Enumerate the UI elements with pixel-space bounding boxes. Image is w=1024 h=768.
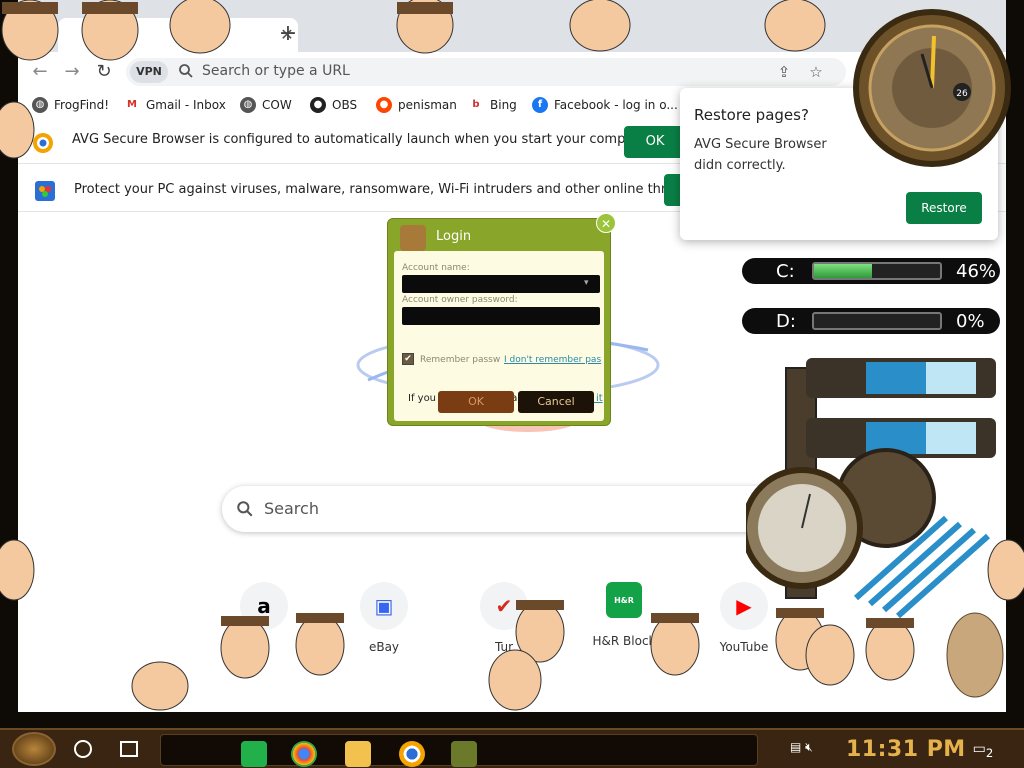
tile-label: H&R Block [592, 634, 656, 648]
steampunk-clock-widget: 26 [853, 9, 1011, 167]
bookmark-label: Bing [490, 98, 517, 112]
restore-button[interactable]: Restore [906, 192, 982, 224]
file-explorer-icon[interactable] [345, 741, 371, 767]
bookmark-star-icon[interactable]: ☆ [806, 62, 826, 82]
drive-letter: C: [776, 261, 795, 282]
vpn-badge[interactable]: VPN [130, 61, 168, 83]
tab-new-tab[interactable]: ✕ [58, 18, 298, 52]
close-icon[interactable]: ✕ [596, 213, 616, 233]
drive-percent: 46% [956, 261, 997, 282]
share-icon[interactable]: ⇪ [774, 62, 794, 82]
avg-browser-icon [33, 133, 53, 153]
new-tab-button[interactable]: + [276, 22, 300, 46]
tile-ebay[interactable]: ▣ eBay [334, 582, 434, 662]
github-icon: ● [310, 97, 326, 113]
tile-label: Tur [494, 640, 514, 654]
password-label: Account owner password: [402, 295, 518, 305]
search-icon [179, 64, 193, 78]
password-field[interactable] [402, 307, 600, 325]
tile-turbotax[interactable]: ✔ Tur [454, 582, 554, 662]
tile-label: eBay [368, 640, 400, 654]
volume-muted-icon[interactable]: 🔇︎ [805, 740, 813, 754]
bookmark-penisman[interactable]: ● penisman [376, 95, 457, 115]
tile-label: YouTube [719, 640, 769, 654]
tile-amazon[interactable]: a [214, 582, 314, 662]
turbotax-icon: ✔ [480, 582, 528, 630]
drive-letter: D: [776, 311, 796, 332]
drive-gauge-c: C: 46% [742, 254, 1000, 288]
windows-taskbar: ▤ 🔇︎ 11:31 PM ▭2 [0, 728, 1024, 768]
forgot-password-link[interactable]: I don't remember pas [504, 355, 601, 365]
reload-icon[interactable]: ↻ [92, 60, 116, 84]
restore-title: Restore pages? [694, 106, 809, 124]
account-name-field[interactable] [402, 275, 600, 293]
infobar-message: AVG Secure Browser is configured to auto… [72, 132, 655, 147]
network-icon[interactable]: ▤ [790, 740, 801, 754]
gmail-icon: M [124, 97, 140, 113]
login-ok-button[interactable]: OK [438, 391, 514, 413]
taskbar-clock[interactable]: 11:31 PM [846, 737, 966, 762]
back-icon[interactable]: ← [28, 60, 52, 84]
bing-icon: b [468, 97, 484, 113]
infobar-message: Protect your PC against viruses, malware… [74, 182, 694, 197]
login-dialog: Login ✕ Account name: ▾ Account owner pa… [387, 213, 616, 426]
tile-hrblock[interactable]: H&R H&R Block [574, 582, 674, 662]
bookmark-obs[interactable]: ● OBS [310, 95, 357, 115]
ntp-search-placeholder: Search [264, 499, 319, 518]
amazon-icon: a [240, 582, 288, 630]
facebook-icon: f [532, 97, 548, 113]
ntp-search-box[interactable]: Search [222, 486, 806, 532]
login-avatar-icon [400, 225, 426, 251]
bookmark-bing[interactable]: b Bing [468, 95, 517, 115]
drive-percent: 0% [956, 311, 985, 332]
login-title: Login [436, 229, 472, 244]
bookmark-label: Gmail - Inbox [146, 98, 226, 112]
omnibox-placeholder: Search or type a URL [202, 63, 350, 79]
avg-browser-icon[interactable] [399, 741, 425, 767]
remember-checkbox[interactable]: ✔ [402, 353, 414, 365]
system-tray: ▤ 🔇︎ [790, 740, 834, 760]
task-view-icon[interactable] [120, 741, 138, 757]
start-button[interactable] [12, 732, 56, 766]
infobar-ok-button[interactable]: OK [624, 126, 686, 158]
game-app-icon[interactable] [451, 741, 477, 767]
clock-day: 26 [956, 89, 968, 99]
globe-icon: ◍ [240, 97, 256, 113]
taskbar-apps [160, 734, 758, 767]
bookmark-gmail[interactable]: M Gmail - Inbox [124, 95, 226, 115]
address-bar[interactable]: VPN Search or type a URL [126, 58, 846, 86]
steampunk-pipes-widget [746, 358, 996, 618]
remember-label: Remember passw [420, 355, 501, 365]
drive-usage-bar [812, 262, 942, 280]
account-name-label: Account name: [402, 263, 470, 273]
drive-usage-bar [812, 312, 942, 330]
bookmark-label: penisman [398, 98, 457, 112]
bookmark-cow[interactable]: ◍ COW [240, 95, 292, 115]
reddit-icon: ● [376, 97, 392, 113]
drive-usage-fill [814, 264, 872, 278]
globe-icon: ◍ [32, 97, 48, 113]
ebay-icon: ▣ [360, 582, 408, 630]
bookmark-facebook[interactable]: f Facebook - log in o... [532, 95, 678, 115]
cortana-search-icon[interactable] [74, 740, 92, 758]
chrome-icon[interactable] [291, 741, 317, 767]
drive-gauge-d: D: 0% [742, 304, 1000, 338]
bookmark-label: OBS [332, 98, 358, 112]
restore-body: AVG Secure Browser didn correctly. [694, 137, 827, 173]
notification-icon[interactable]: ▭2 [972, 738, 994, 760]
chevron-down-icon[interactable]: ▾ [584, 278, 589, 288]
login-cancel-button[interactable]: Cancel [518, 391, 594, 413]
notification-count: 2 [985, 745, 994, 760]
bookmark-frogfind[interactable]: ◍ FrogFind! [32, 95, 109, 115]
avg-logo-icon [35, 181, 55, 201]
bookmark-label: Facebook - log in o... [554, 98, 678, 112]
google-sheets-icon[interactable] [241, 741, 267, 767]
hrblock-icon: H&R [606, 582, 642, 618]
bookmark-label: FrogFind! [54, 98, 110, 112]
search-icon [237, 501, 253, 517]
forward-icon[interactable]: → [60, 60, 84, 84]
bookmark-label: COW [262, 98, 292, 112]
